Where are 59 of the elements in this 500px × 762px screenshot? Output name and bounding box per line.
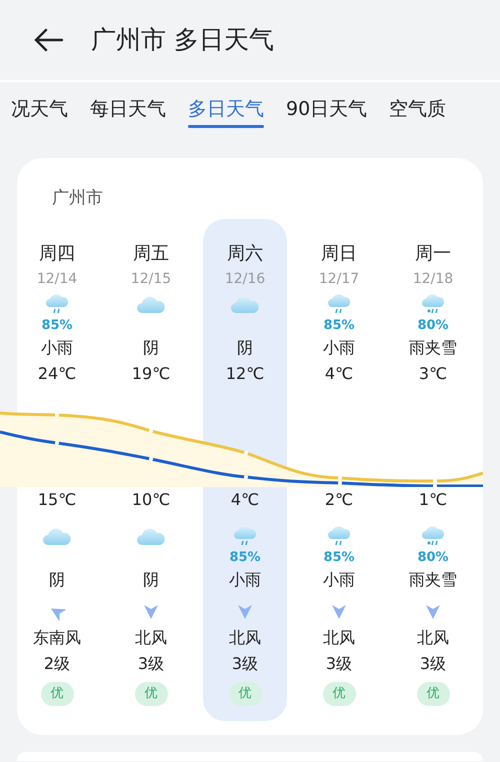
wind-direction-label: 北风 (135, 627, 167, 649)
back-icon[interactable] (33, 28, 63, 52)
wind-direction-label: 北风 (417, 627, 449, 649)
weekday-label: 周四 (39, 242, 75, 266)
weather-label: 阴 (49, 569, 65, 591)
wind-level-label: 3级 (326, 653, 352, 675)
weather-label: 阴 (143, 569, 159, 591)
weather-label: 阴 (237, 337, 253, 359)
weather-label: 雨夹雪 (409, 337, 457, 359)
wind-direction-label: 东南风 (33, 627, 81, 649)
wind-direction-label: 北风 (323, 627, 355, 649)
air-quality-badge: 优 (416, 682, 450, 706)
weekday-label: 周日 (321, 242, 357, 266)
precipitation-chance: 80% (417, 317, 449, 336)
date-label: 12/16 (224, 270, 266, 288)
tab[interactable]: 多日天气 (177, 82, 275, 136)
date-label: 12/15 (130, 270, 172, 288)
precipitation-chance: 85% (229, 549, 261, 568)
air-quality-badge: 优 (134, 682, 168, 706)
weather-label: 雨夹雪 (409, 569, 457, 591)
low-temperature: 1℃ (418, 489, 448, 511)
air-quality-badge: 优 (228, 682, 262, 706)
page-title: 广州市 多日天气 (91, 24, 274, 56)
city-label: 广州市 (51, 187, 104, 210)
wind-level-label: 3级 (138, 653, 164, 675)
air-quality-badge: 优 (40, 682, 74, 706)
precipitation-chance: 85% (323, 317, 355, 336)
wind-level-label: 3级 (420, 653, 446, 675)
weather-label: 阴 (143, 337, 159, 359)
tab[interactable]: 90日天气 (275, 82, 378, 136)
weekday-label: 周六 (227, 242, 263, 266)
precipitation-chance: 80% (417, 549, 449, 568)
high-temperature: 19℃ (132, 363, 170, 385)
weather-label: 小雨 (323, 569, 355, 591)
high-temperature: 4℃ (324, 363, 354, 385)
tab[interactable]: 空气质 (378, 82, 458, 136)
low-temperature: 15℃ (38, 489, 76, 511)
precipitation-chance: 85% (323, 549, 355, 568)
low-temperature: 4℃ (230, 489, 260, 511)
high-temperature: 12℃ (226, 363, 264, 385)
low-temperature: 10℃ (132, 489, 170, 511)
weather-label: 小雨 (41, 337, 73, 359)
weekday-label: 周五 (133, 242, 169, 266)
low-temperature: 2℃ (324, 489, 354, 511)
high-temperature: 24℃ (38, 363, 76, 385)
tab[interactable]: 况天气 (0, 82, 79, 136)
air-quality-badge: 优 (322, 682, 356, 706)
date-label: 12/18 (412, 270, 454, 288)
weather-label: 小雨 (229, 569, 261, 591)
precipitation-chance: 85% (41, 317, 73, 336)
wind-level-label: 2级 (44, 653, 70, 675)
tab[interactable]: 每日天气 (79, 82, 177, 136)
weekday-label: 周一 (415, 242, 451, 266)
wind-direction-label: 北风 (229, 627, 261, 649)
date-label: 12/14 (36, 270, 78, 288)
date-label: 12/17 (318, 270, 360, 288)
wind-level-label: 3级 (232, 653, 258, 675)
weather-label: 小雨 (323, 337, 355, 359)
high-temperature: 3℃ (418, 363, 448, 385)
